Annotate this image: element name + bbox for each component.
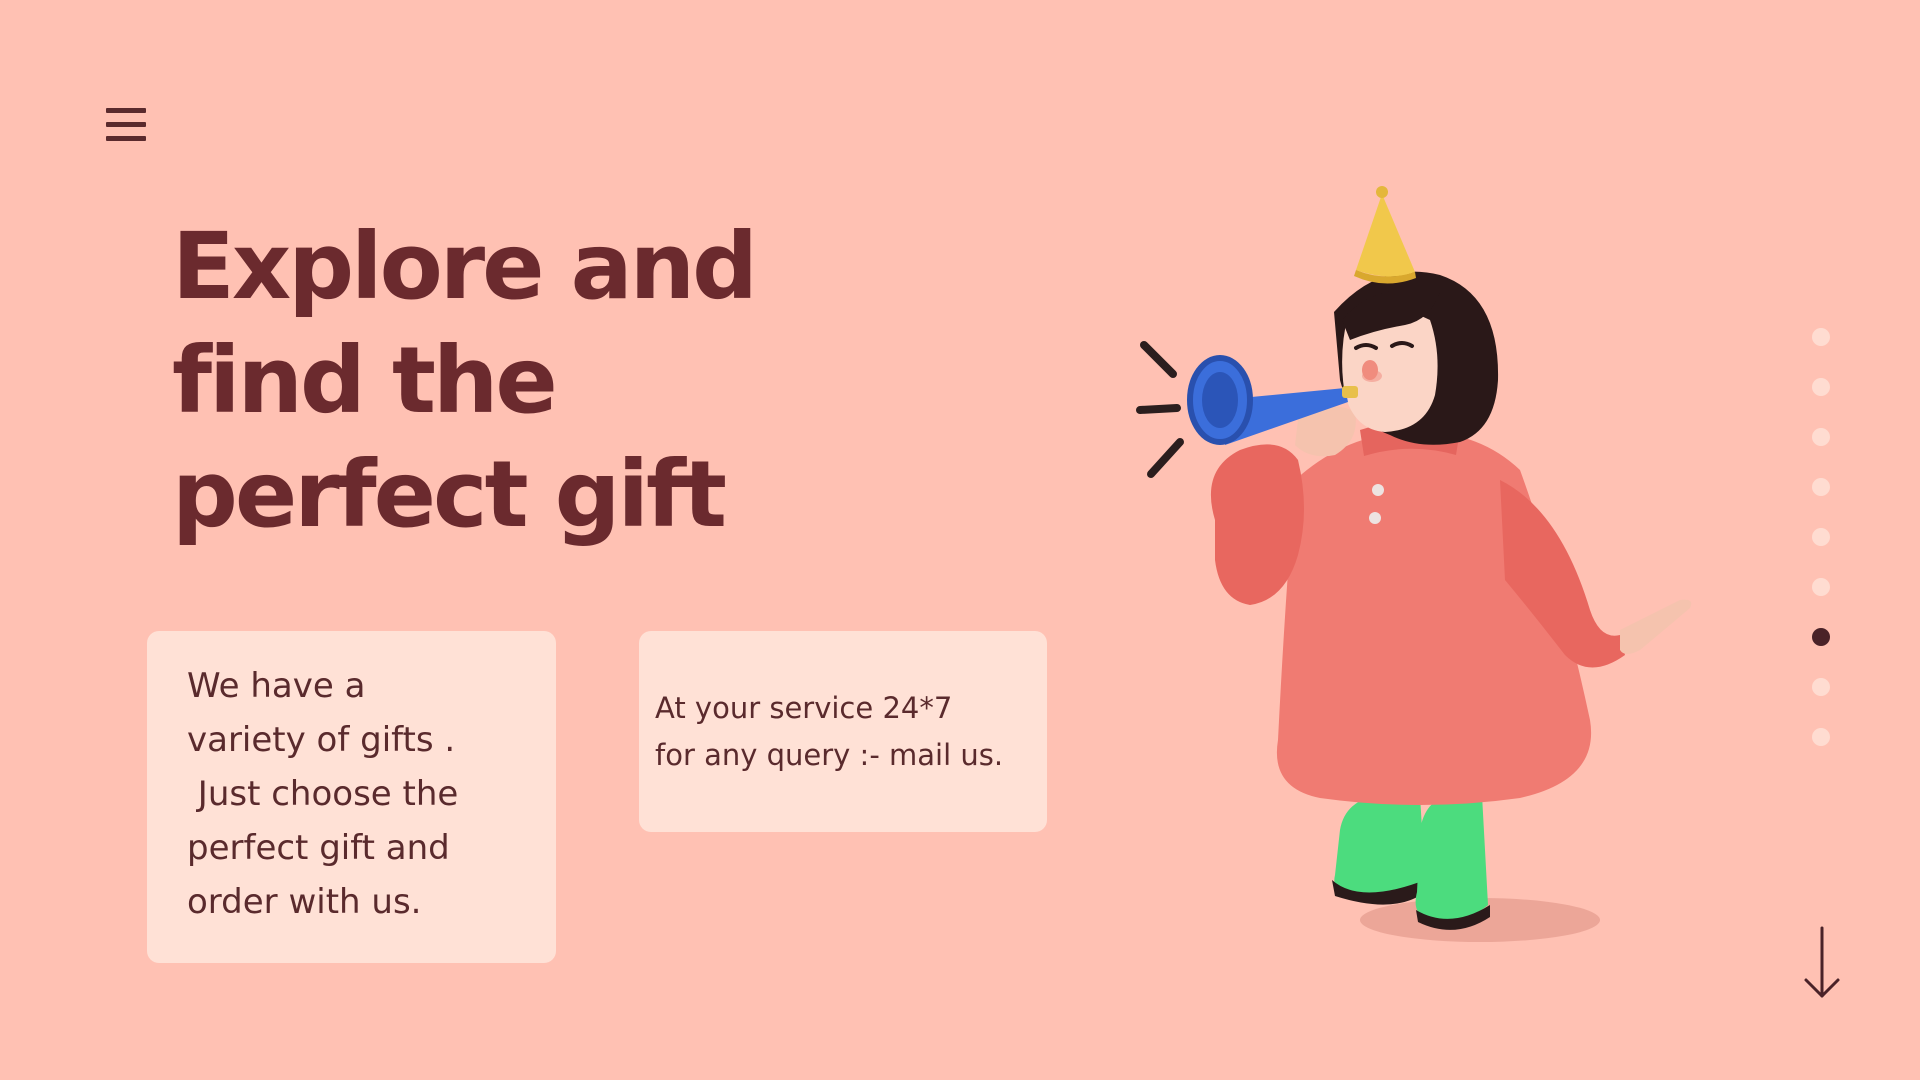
hamburger-menu-icon[interactable]: [106, 104, 146, 146]
pagination-dot-8[interactable]: [1812, 678, 1830, 696]
sound-lines-icon: [1136, 341, 1184, 478]
pagination-dot-7[interactable]: [1812, 628, 1830, 646]
pagination-dot-3[interactable]: [1812, 428, 1830, 446]
hero-title-line: Explore and: [172, 213, 758, 320]
service-line: for any query :- mail us.: [655, 738, 1004, 772]
service-info-card: At your service 24*7 for any query :- ma…: [639, 631, 1047, 832]
hero-title: Explore and find the perfect gift: [172, 210, 758, 552]
variety-line: order with us.: [187, 882, 422, 922]
hero-title-line: perfect gift: [172, 441, 727, 548]
pagination-dot-5[interactable]: [1812, 528, 1830, 546]
menu-bar: [106, 136, 146, 141]
girl-blowing-party-horn-illustration: [1136, 186, 1692, 942]
service-line: At your service 24*7: [655, 691, 953, 725]
arrow-down-icon[interactable]: [1802, 926, 1842, 1000]
pagination-dot-4[interactable]: [1812, 478, 1830, 496]
hero-title-line: find the: [172, 327, 558, 434]
menu-bar: [106, 122, 146, 127]
pagination-dots: [1812, 328, 1832, 778]
menu-bar: [106, 108, 146, 113]
variety-line: perfect gift and: [187, 828, 450, 868]
variety-line: variety of gifts .: [187, 720, 456, 760]
variety-line: Just choose the: [187, 774, 459, 814]
pagination-dot-2[interactable]: [1812, 378, 1830, 396]
pagination-dot-9[interactable]: [1812, 728, 1830, 746]
variety-line: We have a: [187, 666, 366, 706]
pagination-dot-6[interactable]: [1812, 578, 1830, 596]
pagination-dot-1[interactable]: [1812, 328, 1830, 346]
variety-info-card: We have a variety of gifts . Just choose…: [147, 631, 556, 963]
